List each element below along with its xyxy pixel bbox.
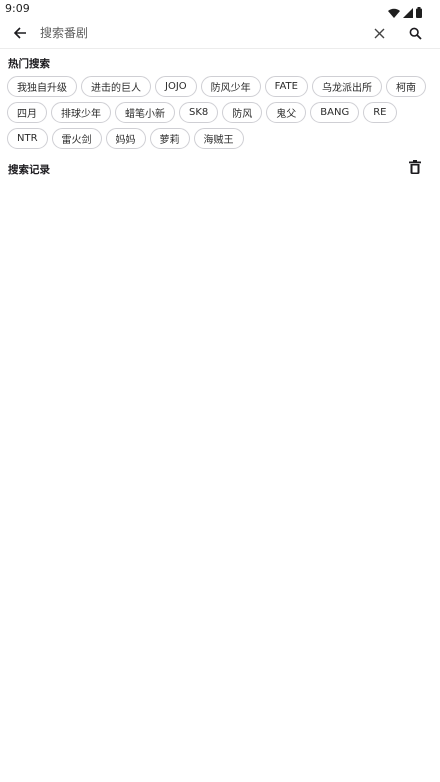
- search-button[interactable]: [406, 24, 424, 42]
- close-icon: [374, 28, 384, 38]
- search-icon: [409, 27, 422, 40]
- hot-search-tag[interactable]: 进击的巨人: [81, 76, 151, 97]
- hot-search-tag[interactable]: NTR: [7, 128, 48, 149]
- hot-search-tag[interactable]: 妈妈: [105, 128, 146, 149]
- hot-search-tag[interactable]: 防风: [222, 102, 263, 123]
- hot-search-tag[interactable]: 雷火剑: [51, 128, 102, 149]
- hot-search-tag[interactable]: 四月: [7, 102, 47, 123]
- search-input[interactable]: [40, 22, 360, 44]
- hot-search-tag[interactable]: FATE: [264, 76, 308, 97]
- hot-search-tag[interactable]: SK8: [179, 102, 219, 123]
- hot-search-tag[interactable]: BANG: [310, 102, 360, 123]
- hot-search-tag[interactable]: 我独自升级: [7, 76, 77, 97]
- hot-search-tag[interactable]: 萝莉: [149, 128, 190, 149]
- trash-icon: [409, 160, 421, 174]
- status-bar: 9:09: [0, 0, 440, 18]
- hot-search-tag[interactable]: JOJO: [155, 76, 197, 97]
- hot-search-tag[interactable]: 海贼王: [193, 128, 244, 149]
- clear-history-button[interactable]: [407, 158, 423, 176]
- header-divider: [0, 48, 440, 49]
- hot-search-title: 热门搜索: [8, 58, 50, 70]
- hot-search-tag[interactable]: 柯南: [385, 76, 426, 97]
- hot-search-tag[interactable]: 防风少年: [200, 76, 261, 97]
- search-bar: [0, 18, 440, 48]
- hot-search-tags: 我独自升级 进击的巨人 JOJO 防风少年 FATE 乌龙派出所 柯南四月 排球少年 蜡笔小新 S…: [7, 76, 435, 149]
- back-button[interactable]: [10, 23, 30, 43]
- clear-button[interactable]: [371, 25, 387, 41]
- arrow-left-icon: [13, 27, 26, 39]
- search-history-title: 搜索记录: [8, 164, 50, 176]
- hot-search-tag[interactable]: 蜡笔小新: [115, 102, 175, 123]
- hot-search-tag[interactable]: RE: [363, 102, 397, 123]
- status-time: 9:09: [5, 2, 30, 15]
- hot-search-tag[interactable]: 排球少年: [51, 102, 111, 123]
- hot-search-tag[interactable]: 乌龙派出所: [311, 76, 382, 97]
- hot-search-tag[interactable]: 鬼父: [266, 102, 307, 123]
